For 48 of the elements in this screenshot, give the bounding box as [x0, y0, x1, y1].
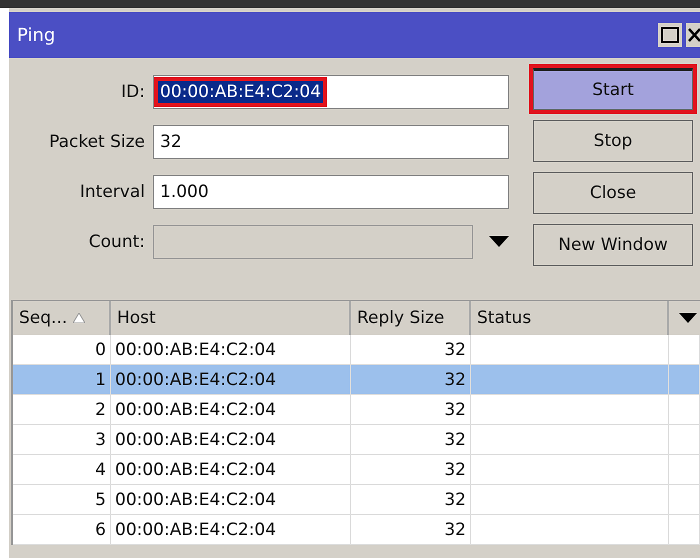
input-field[interactable]: 1.000	[153, 175, 509, 209]
close-icon[interactable]	[686, 23, 700, 47]
table-row[interactable]: 1 00:00:AB:E4:C2:04 32	[13, 365, 700, 395]
table-cell: 00:00:AB:E4:C2:04	[111, 515, 351, 544]
field-label: Count:	[88, 232, 146, 252]
dropdown-field[interactable]	[153, 225, 473, 259]
table-cell: 32	[351, 515, 471, 544]
table-row[interactable]: 5 00:00:AB:E4:C2:04 32	[13, 485, 700, 515]
input-field[interactable]: 32	[153, 125, 509, 159]
column-menu-icon[interactable]	[678, 313, 696, 323]
window-title: Ping	[17, 24, 56, 46]
table-cell: 00:00:AB:E4:C2:04	[111, 455, 351, 484]
action-button[interactable]: Stop	[533, 120, 693, 162]
table-cell: 5	[13, 485, 111, 514]
table-cell: 00:00:AB:E4:C2:04	[111, 335, 351, 364]
table-cell: 32	[351, 455, 471, 484]
column-header[interactable]: Status	[471, 301, 669, 335]
table-cell: 32	[351, 335, 471, 364]
table-cell: 6	[13, 515, 111, 544]
table-cell: 3	[13, 425, 111, 454]
field-label: ID:	[120, 82, 146, 102]
column-header[interactable]: Reply Size	[351, 301, 471, 335]
table-row[interactable]: 3 00:00:AB:E4:C2:04 32	[13, 425, 700, 455]
input-field[interactable]: 00:00:AB:E4:C2:04	[153, 75, 509, 109]
table-cell: 0	[13, 335, 111, 364]
table-cell: 2	[13, 395, 111, 424]
table-row[interactable]: 4 00:00:AB:E4:C2:04 32	[13, 455, 700, 485]
sort-icon	[73, 313, 86, 323]
table-cell: 00:00:AB:E4:C2:04	[111, 365, 351, 394]
table-row[interactable]: 6 00:00:AB:E4:C2:04 32	[13, 515, 700, 545]
table-cell: 32	[351, 485, 471, 514]
table-cell: 1	[13, 365, 111, 394]
table-cell: 4	[13, 455, 111, 484]
table-cell: 32	[351, 395, 471, 424]
column-header[interactable]: Host	[111, 301, 351, 335]
table-cell: 32	[351, 365, 471, 394]
table-cell: 00:00:AB:E4:C2:04	[111, 485, 351, 514]
action-button[interactable]: New Window	[533, 224, 693, 266]
table-row[interactable]: 2 00:00:AB:E4:C2:04 32	[13, 395, 700, 425]
action-button[interactable]: Close	[533, 172, 693, 214]
table-cell: 32	[351, 425, 471, 454]
table-cell: 00:00:AB:E4:C2:04	[111, 425, 351, 454]
table-cell: 00:00:AB:E4:C2:04	[111, 395, 351, 424]
field-label: Packet Size	[48, 132, 146, 152]
maximize-icon[interactable]	[658, 23, 682, 47]
column-header[interactable]: Seq...	[13, 301, 111, 335]
dropdown-arrow-icon[interactable]	[489, 236, 509, 248]
field-label: Interval	[78, 182, 146, 202]
